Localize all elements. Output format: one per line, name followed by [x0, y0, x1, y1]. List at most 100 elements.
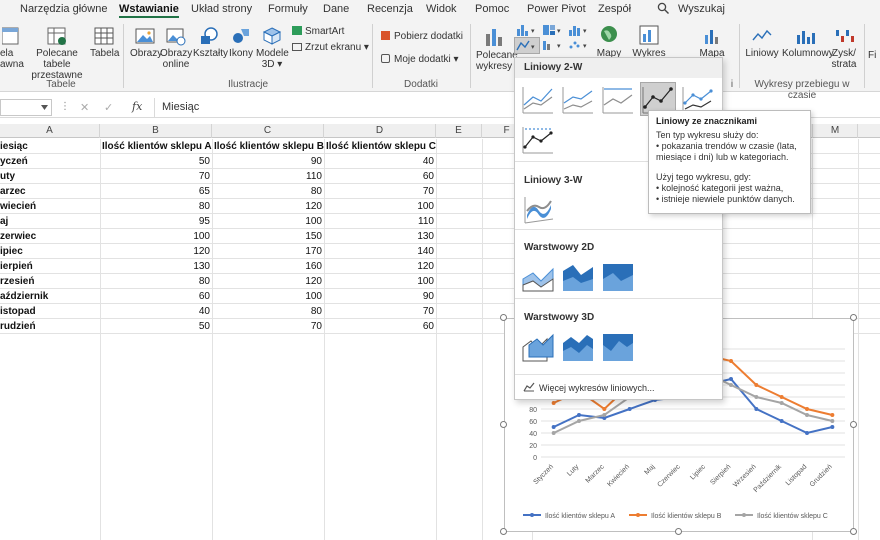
cell-store-a[interactable]: 80	[100, 274, 210, 289]
cell-month[interactable]: istopad	[0, 304, 100, 319]
chart-thumb-3d-stacked-area[interactable]	[560, 330, 596, 364]
column-header-b[interactable]: B	[100, 124, 212, 138]
cell-month[interactable]: yczeń	[0, 154, 100, 169]
recommended-pivot-button[interactable]: Polecane tabele przestawne	[24, 26, 90, 81]
cell-store-b[interactable]: 120	[212, 274, 322, 289]
chart-thumb-3d-line[interactable]	[520, 192, 556, 226]
line-chart-button[interactable]: ▾	[514, 37, 540, 54]
cell-store-a[interactable]: 40	[100, 304, 210, 319]
chart-thumb-stacked-area[interactable]	[560, 260, 596, 294]
column-header-m[interactable]: M	[812, 124, 858, 138]
shapes-button[interactable]: Kształty	[193, 26, 228, 59]
cell-store-c[interactable]: 130	[324, 229, 434, 244]
cell-month[interactable]: rudzień	[0, 319, 100, 334]
search-icon[interactable]	[657, 2, 670, 18]
smartart-button[interactable]: SmartArt	[292, 26, 344, 37]
resize-handle[interactable]	[850, 314, 857, 321]
resize-handle[interactable]	[850, 421, 857, 428]
scatter-chart-button[interactable]: ▾	[568, 39, 590, 54]
chart-thumb-stacked-line[interactable]	[560, 82, 596, 116]
statistic-chart-button[interactable]: ▾	[568, 24, 590, 39]
cell-store-b[interactable]: 160	[212, 259, 322, 274]
cell-store-c[interactable]: 100	[324, 199, 434, 214]
column-header-d[interactable]: D	[324, 124, 436, 138]
tab-recenzja[interactable]: Recenzja	[367, 3, 413, 15]
tab-pomoc[interactable]: Pomoc	[475, 3, 509, 15]
maps-button[interactable]: Mapy	[594, 24, 624, 59]
cell-store-b[interactable]: 120	[212, 199, 322, 214]
cell-month[interactable]: ierpień	[0, 259, 100, 274]
cell-store-c[interactable]: 60	[324, 319, 434, 334]
tab-power-pivot[interactable]: Power Pivot	[527, 3, 586, 15]
table-button[interactable]: Tabela	[90, 26, 119, 59]
cell-store-b[interactable]: 100	[212, 289, 322, 304]
resize-handle[interactable]	[675, 528, 682, 535]
chart-thumb-area[interactable]	[520, 260, 556, 294]
tab-dane[interactable]: Dane	[323, 3, 349, 15]
chart-thumb-line[interactable]	[520, 82, 556, 116]
header-cell-month[interactable]: iesiąc	[0, 139, 100, 154]
3d-models-button[interactable]: Modele 3D ▾	[256, 26, 289, 70]
name-box[interactable]	[0, 99, 52, 116]
sparkline-line-button[interactable]: Liniowy	[744, 26, 780, 59]
cancel-icon[interactable]: ✕	[80, 101, 89, 114]
cell-store-a[interactable]: 50	[100, 319, 210, 334]
cell-store-c[interactable]: 100	[324, 274, 434, 289]
cell-store-b[interactable]: 170	[212, 244, 322, 259]
tab-wstawianie[interactable]: Wstawianie	[119, 3, 179, 18]
tab-formuly[interactable]: Formuły	[268, 3, 308, 15]
cell-store-b[interactable]: 100	[212, 214, 322, 229]
3d-map-button[interactable]: Mapa	[698, 26, 726, 59]
chart-thumb-3d-area[interactable]	[520, 330, 556, 364]
cell-month[interactable]: wiecień	[0, 199, 100, 214]
cell-store-b[interactable]: 90	[212, 154, 322, 169]
cell-store-c[interactable]: 140	[324, 244, 434, 259]
cell-store-a[interactable]: 130	[100, 259, 210, 274]
cell-store-b[interactable]: 110	[212, 169, 322, 184]
cell-store-a[interactable]: 50	[100, 154, 210, 169]
cell-month[interactable]: arzec	[0, 184, 100, 199]
resize-handle[interactable]	[500, 421, 507, 428]
cell-store-c[interactable]: 70	[324, 184, 434, 199]
more-line-charts-link[interactable]: Więcej wykresów liniowych...	[523, 382, 655, 393]
cell-store-c[interactable]: 90	[324, 289, 434, 304]
cell-store-a[interactable]: 65	[100, 184, 210, 199]
insert-function-icon[interactable]: fx	[132, 100, 142, 113]
online-images-button[interactable]: Obrazy online	[160, 26, 192, 70]
images-button[interactable]: Obrazy	[130, 26, 162, 59]
cell-store-c[interactable]: 70	[324, 304, 434, 319]
sparkline-winloss-button[interactable]: Zysk/ strata	[830, 26, 858, 70]
cell-month[interactable]: rzesień	[0, 274, 100, 289]
column-header-c[interactable]: C	[212, 124, 324, 138]
cell-month[interactable]: zerwiec	[0, 229, 100, 244]
my-addins-button[interactable]: Moje dodatki ▾	[381, 54, 459, 65]
cell-store-c[interactable]: 120	[324, 259, 434, 274]
cell-store-c[interactable]: 60	[324, 169, 434, 184]
chart-thumb-100-stacked-line[interactable]	[600, 82, 636, 116]
chart-thumb-3d-100-stacked-area[interactable]	[600, 330, 636, 364]
cell-store-a[interactable]: 100	[100, 229, 210, 244]
enter-icon[interactable]: ✓	[104, 101, 113, 114]
formula-bar-more-icon[interactable]: ⋮	[60, 101, 70, 112]
cell-store-b[interactable]: 80	[212, 304, 322, 319]
chart-thumb-100-stacked-area[interactable]	[600, 260, 636, 294]
cell-store-b[interactable]: 150	[212, 229, 322, 244]
tab-zespol[interactable]: Zespół	[598, 3, 631, 15]
cell-store-a[interactable]: 95	[100, 214, 210, 229]
cell-store-a[interactable]: 120	[100, 244, 210, 259]
resize-handle[interactable]	[850, 528, 857, 535]
hierarchy-chart-button[interactable]: ▾	[542, 24, 564, 39]
header-cell-store-b[interactable]: Ilość klientów sklepu B	[214, 139, 324, 154]
cell-month[interactable]: ipiec	[0, 244, 100, 259]
cell-store-a[interactable]: 70	[100, 169, 210, 184]
header-cell-store-c[interactable]: Ilość klientów sklepu C	[326, 139, 436, 154]
column-header-a[interactable]: A	[0, 124, 100, 138]
filter-button[interactable]: Fi	[868, 50, 880, 61]
pivot-table-button[interactable]: ela awna	[0, 26, 24, 70]
get-addins-button[interactable]: Pobierz dodatki	[381, 31, 463, 42]
cell-store-b[interactable]: 80	[212, 184, 322, 199]
cell-month[interactable]: aździernik	[0, 289, 100, 304]
cell-month[interactable]: uty	[0, 169, 100, 184]
search-box[interactable]: Wyszukaj	[678, 3, 725, 15]
header-cell-store-a[interactable]: Ilość klientów sklepu A	[102, 139, 212, 154]
